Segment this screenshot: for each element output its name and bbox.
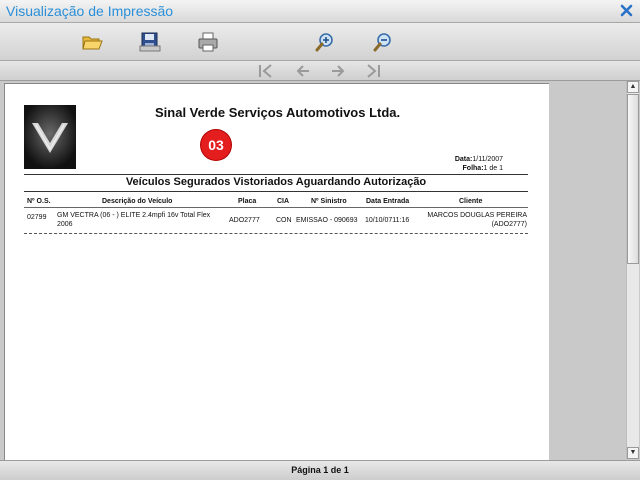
printer-icon[interactable]: [196, 30, 220, 54]
report-title: Veículos Segurados Vistoriados Aguardand…: [125, 176, 427, 188]
status-badge: 03: [201, 130, 231, 160]
header-rule: [24, 207, 528, 208]
next-page-icon[interactable]: [328, 62, 348, 80]
cell-placa: ADO2777: [229, 217, 260, 224]
report-meta: Data:1/11/2007 Folha:1 de 1: [423, 155, 503, 173]
preview-viewport: Sinal Verde Serviços Automotivos Ltda. 0…: [0, 81, 640, 463]
title-bar: Visualização de Impressão: [0, 0, 640, 23]
first-page-icon[interactable]: [256, 62, 276, 80]
save-disk-icon[interactable]: [138, 30, 162, 54]
company-logo: [24, 105, 76, 169]
column-header-entrada: Data Entrada: [366, 198, 410, 205]
title-top-rule: [24, 174, 528, 175]
scrollbar-thumb[interactable]: [627, 94, 639, 264]
zoom-out-icon[interactable]: [371, 30, 395, 54]
cell-cliente-line1: MARCOS DOUGLAS PEREIRA: [427, 212, 527, 219]
report-page: Sinal Verde Serviços Automotivos Ltda. 0…: [4, 83, 549, 463]
toolbar: [0, 23, 640, 61]
column-header-os: Nº O.S.: [27, 198, 51, 205]
status-bar: Página 1 de 1: [0, 460, 640, 480]
sheet-label: Folha:: [462, 165, 484, 172]
page-indicator: Página 1 de 1: [291, 465, 349, 475]
cell-cliente-line2: (ADO2777): [491, 221, 527, 228]
cell-descricao-line2: 2006: [57, 221, 73, 228]
date-value: 1/11/2007: [472, 156, 503, 163]
title-bottom-rule: [24, 191, 528, 192]
cell-sinistro: EMISSAO - 090693: [296, 217, 358, 224]
cell-entrada: 10/10/0711:16: [365, 217, 410, 224]
column-header-placa: Placa: [238, 198, 257, 205]
column-header-descricao: Descrição do Veículo: [102, 198, 173, 205]
company-name: Sinal Verde Serviços Automotivos Ltda.: [155, 105, 401, 120]
cell-os: 02799: [27, 214, 47, 221]
cell-cia: CON: [276, 217, 292, 224]
folder-icon[interactable]: [80, 30, 104, 54]
vertical-scrollbar[interactable]: ▲ ▼: [626, 81, 639, 459]
cell-descricao-line1: GM VECTRA (06 - ) ELITE 2.4mpfi 16v Tota…: [57, 212, 211, 219]
window-title: Visualização de Impressão: [6, 3, 174, 19]
column-header-cliente: Cliente: [459, 198, 483, 205]
scroll-down-icon[interactable]: ▼: [627, 447, 639, 459]
date-label: Data:: [454, 156, 473, 163]
column-header-sinistro: Nº Sinistro: [311, 198, 347, 205]
page-navigation-bar: [0, 61, 640, 81]
previous-page-icon[interactable]: [293, 62, 313, 80]
row-separator: [24, 233, 528, 234]
close-icon[interactable]: [619, 3, 634, 18]
zoom-in-icon[interactable]: [313, 30, 337, 54]
scroll-up-icon[interactable]: ▲: [627, 81, 639, 93]
last-page-icon[interactable]: [363, 62, 383, 80]
sheet-value: 1 de 1: [483, 165, 503, 172]
column-header-cia: CIA: [277, 198, 290, 205]
